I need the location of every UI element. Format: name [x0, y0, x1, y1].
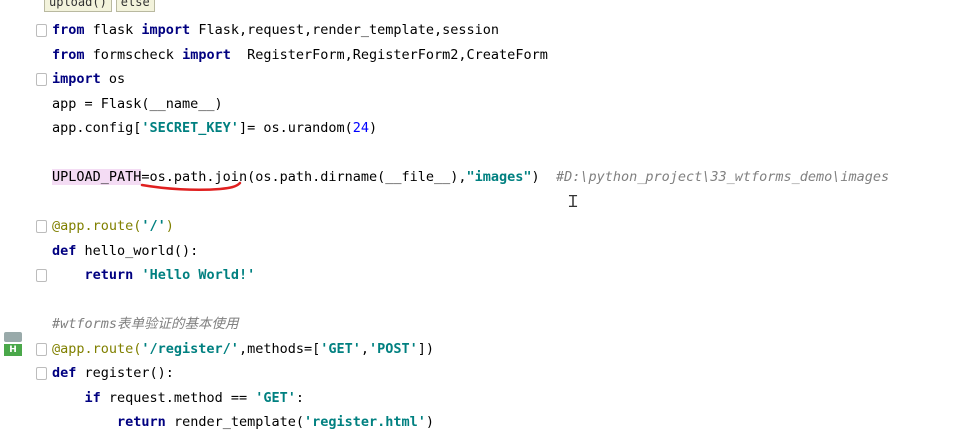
red-underline-annotation — [140, 181, 242, 192]
fold-icon[interactable] — [36, 342, 47, 356]
breadcrumb-item-upload[interactable]: upload() — [44, 0, 112, 12]
code-line: def hello_world(): — [52, 242, 199, 259]
fold-icon[interactable] — [36, 24, 47, 37]
text-cursor-icon: Ｉ — [565, 192, 582, 211]
code-line: app = Flask(__name__) — [52, 95, 223, 112]
code-line: def register(): — [36, 361, 970, 386]
editor-gutter — [0, 0, 44, 428]
code-line: import os — [36, 67, 970, 92]
fold-icon[interactable] — [36, 220, 47, 233]
breadcrumb-item-else[interactable]: else — [115, 0, 155, 12]
code-line: from formscheck import RegisterForm,Regi… — [52, 46, 548, 63]
code-line: app.config['SECRET_KEY']= os.urandom(24) — [52, 120, 378, 136]
breadcrumb: upload() else — [44, 0, 155, 14]
gutter-markers: H — [4, 332, 26, 356]
code-line: @app.route('/register/',methods=['GET','… — [36, 337, 970, 362]
fold-icon[interactable] — [36, 73, 47, 86]
code-line: @app.route('/') — [36, 214, 970, 239]
fold-icon[interactable] — [36, 367, 47, 380]
code-line: #wtforms表单验证的基本使用 — [52, 316, 239, 332]
code-line: if request.method == 'GET': — [84, 389, 304, 406]
code-editor[interactable]: from flask import Flask,request,render_t… — [36, 18, 970, 435]
code-line: return 'Hello World!' — [36, 263, 970, 288]
code-line: return render_template('register.html') — [117, 414, 435, 430]
fold-icon[interactable] — [36, 269, 47, 282]
history-marker-icon[interactable]: H — [4, 344, 22, 356]
code-line: from flask import Flask,request,render_t… — [36, 18, 970, 43]
breakpoint-icon[interactable] — [4, 332, 22, 342]
